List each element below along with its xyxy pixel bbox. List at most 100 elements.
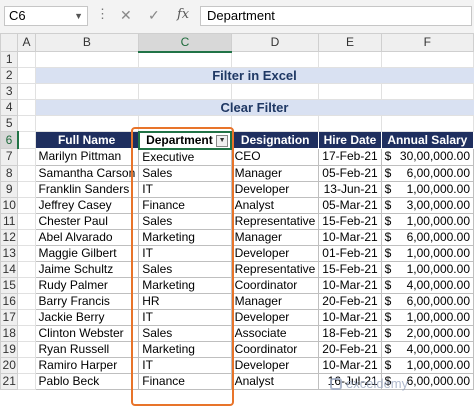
- cell[interactable]: [17, 260, 36, 278]
- cell[interactable]: [138, 51, 232, 68]
- cell-department[interactable]: Sales: [138, 164, 232, 182]
- cell-hire-date[interactable]: 15-Feb-21: [318, 212, 382, 230]
- row-header[interactable]: 5: [0, 115, 19, 132]
- cell-designation[interactable]: Developer: [230, 180, 320, 198]
- cell-designation[interactable]: Representative: [230, 212, 320, 230]
- cell-designation[interactable]: Developer: [230, 356, 320, 374]
- cell[interactable]: [34, 115, 140, 132]
- cell-designation[interactable]: Analyst: [230, 372, 320, 390]
- cell-full-name[interactable]: Pablo Beck: [34, 372, 140, 390]
- chevron-down-icon[interactable]: ▼: [74, 7, 83, 25]
- row-header[interactable]: 17: [0, 308, 19, 326]
- cell-designation[interactable]: Associate: [230, 324, 320, 342]
- cell-annual-salary[interactable]: $6,00,000.00: [380, 228, 474, 246]
- row-header[interactable]: 14: [0, 260, 19, 278]
- cell-full-name[interactable]: Clinton Webster: [34, 324, 140, 342]
- cell-designation[interactable]: Coordinator: [230, 340, 320, 358]
- header-department[interactable]: Department ▼: [137, 130, 233, 150]
- cell-annual-salary[interactable]: $4,00,000.00: [380, 340, 474, 358]
- cell-full-name[interactable]: Abel Alvarado: [34, 228, 140, 246]
- cell-hire-date[interactable]: 05-Mar-21: [318, 196, 382, 214]
- cell-annual-salary[interactable]: $30,00,000.00: [380, 148, 474, 166]
- cell-designation[interactable]: CEO: [230, 148, 320, 166]
- cell-annual-salary[interactable]: $1,00,000.00: [380, 212, 474, 230]
- cell[interactable]: [138, 83, 232, 100]
- column-header-c[interactable]: C: [138, 33, 232, 53]
- cell[interactable]: [17, 308, 36, 326]
- column-header-b[interactable]: B: [34, 33, 140, 52]
- cell-hire-date[interactable]: 20-Feb-21: [318, 292, 382, 310]
- sheet-title[interactable]: Filter in Excel: [35, 67, 474, 84]
- cell-full-name[interactable]: Jackie Berry: [34, 308, 140, 326]
- row-header[interactable]: 6: [0, 131, 19, 149]
- cell-hire-date[interactable]: 20-Feb-21: [318, 340, 382, 358]
- cell[interactable]: [17, 83, 36, 100]
- cell[interactable]: [34, 83, 140, 100]
- cell[interactable]: [34, 51, 140, 68]
- cell-full-name[interactable]: Jaime Schultz: [34, 260, 140, 278]
- row-header[interactable]: 8: [0, 164, 19, 182]
- row-header[interactable]: 15: [0, 276, 19, 294]
- header-hire-date[interactable]: Hire Date: [318, 131, 382, 149]
- cell[interactable]: [17, 276, 36, 294]
- row-header[interactable]: 13: [0, 244, 19, 262]
- cell[interactable]: [17, 324, 36, 342]
- cell-department[interactable]: Sales: [138, 324, 232, 342]
- cell-department[interactable]: Finance: [138, 372, 232, 390]
- cell-annual-salary[interactable]: $1,00,000.00: [380, 180, 474, 198]
- cell-department[interactable]: IT: [138, 244, 232, 262]
- cell[interactable]: [318, 83, 382, 100]
- cell-annual-salary[interactable]: $1,00,000.00: [380, 356, 474, 374]
- cell-hire-date[interactable]: 05-Feb-21: [318, 164, 382, 182]
- cell[interactable]: [380, 115, 474, 132]
- cell-full-name[interactable]: Marilyn Pittman: [34, 148, 140, 166]
- cell-annual-salary[interactable]: $6,00,000.00: [380, 292, 474, 310]
- header-full-name[interactable]: Full Name: [34, 131, 140, 149]
- cell[interactable]: [17, 340, 36, 358]
- cell-hire-date[interactable]: 10-Mar-21: [318, 276, 382, 294]
- row-header[interactable]: 3: [0, 83, 19, 100]
- cell-designation[interactable]: Manager: [230, 228, 320, 246]
- column-header-a[interactable]: A: [17, 33, 36, 52]
- cell[interactable]: [17, 372, 36, 390]
- cell[interactable]: [230, 51, 320, 68]
- cell-department[interactable]: Sales: [138, 212, 232, 230]
- row-header[interactable]: 11: [0, 212, 19, 230]
- row-header[interactable]: 16: [0, 292, 19, 310]
- cell[interactable]: [17, 244, 36, 262]
- cell[interactable]: [230, 115, 320, 132]
- cell[interactable]: [17, 180, 36, 198]
- cell[interactable]: [17, 51, 36, 68]
- column-header-e[interactable]: E: [318, 33, 382, 52]
- formula-input[interactable]: Department: [200, 6, 472, 26]
- cell-annual-salary[interactable]: $4,00,000.00: [380, 276, 474, 294]
- cell-department[interactable]: Marketing: [138, 228, 232, 246]
- cell[interactable]: [17, 196, 36, 214]
- cell-full-name[interactable]: Barry Francis: [34, 292, 140, 310]
- name-box[interactable]: C6 ▼: [4, 6, 88, 26]
- cell-full-name[interactable]: Maggie Gilbert: [34, 244, 140, 262]
- cell-hire-date[interactable]: 13-Jun-21: [318, 180, 382, 198]
- cell-department[interactable]: IT: [138, 356, 232, 374]
- cell[interactable]: [17, 292, 36, 310]
- cell-department[interactable]: Marketing: [138, 276, 232, 294]
- cell-annual-salary[interactable]: $1,00,000.00: [380, 308, 474, 326]
- row-header[interactable]: 12: [0, 228, 19, 246]
- cell[interactable]: [138, 115, 232, 132]
- row-header[interactable]: 18: [0, 324, 19, 342]
- cell-designation[interactable]: Coordinator: [230, 276, 320, 294]
- cell-full-name[interactable]: Chester Paul: [34, 212, 140, 230]
- cell-designation[interactable]: Manager: [230, 164, 320, 182]
- row-header[interactable]: 10: [0, 196, 19, 214]
- cell-hire-date[interactable]: 10-Mar-21: [318, 228, 382, 246]
- cell[interactable]: [17, 164, 36, 182]
- cell-full-name[interactable]: Franklin Sanders: [34, 180, 140, 198]
- cell-full-name[interactable]: Samantha Carson: [34, 164, 140, 182]
- cell[interactable]: [380, 51, 474, 68]
- cell-hire-date[interactable]: 10-Mar-21: [318, 356, 382, 374]
- row-header[interactable]: 21: [0, 372, 19, 390]
- cell-hire-date[interactable]: 17-Feb-21: [318, 148, 382, 166]
- column-header-f[interactable]: F: [380, 33, 474, 52]
- column-header-d[interactable]: D: [230, 33, 320, 52]
- cell[interactable]: [17, 228, 36, 246]
